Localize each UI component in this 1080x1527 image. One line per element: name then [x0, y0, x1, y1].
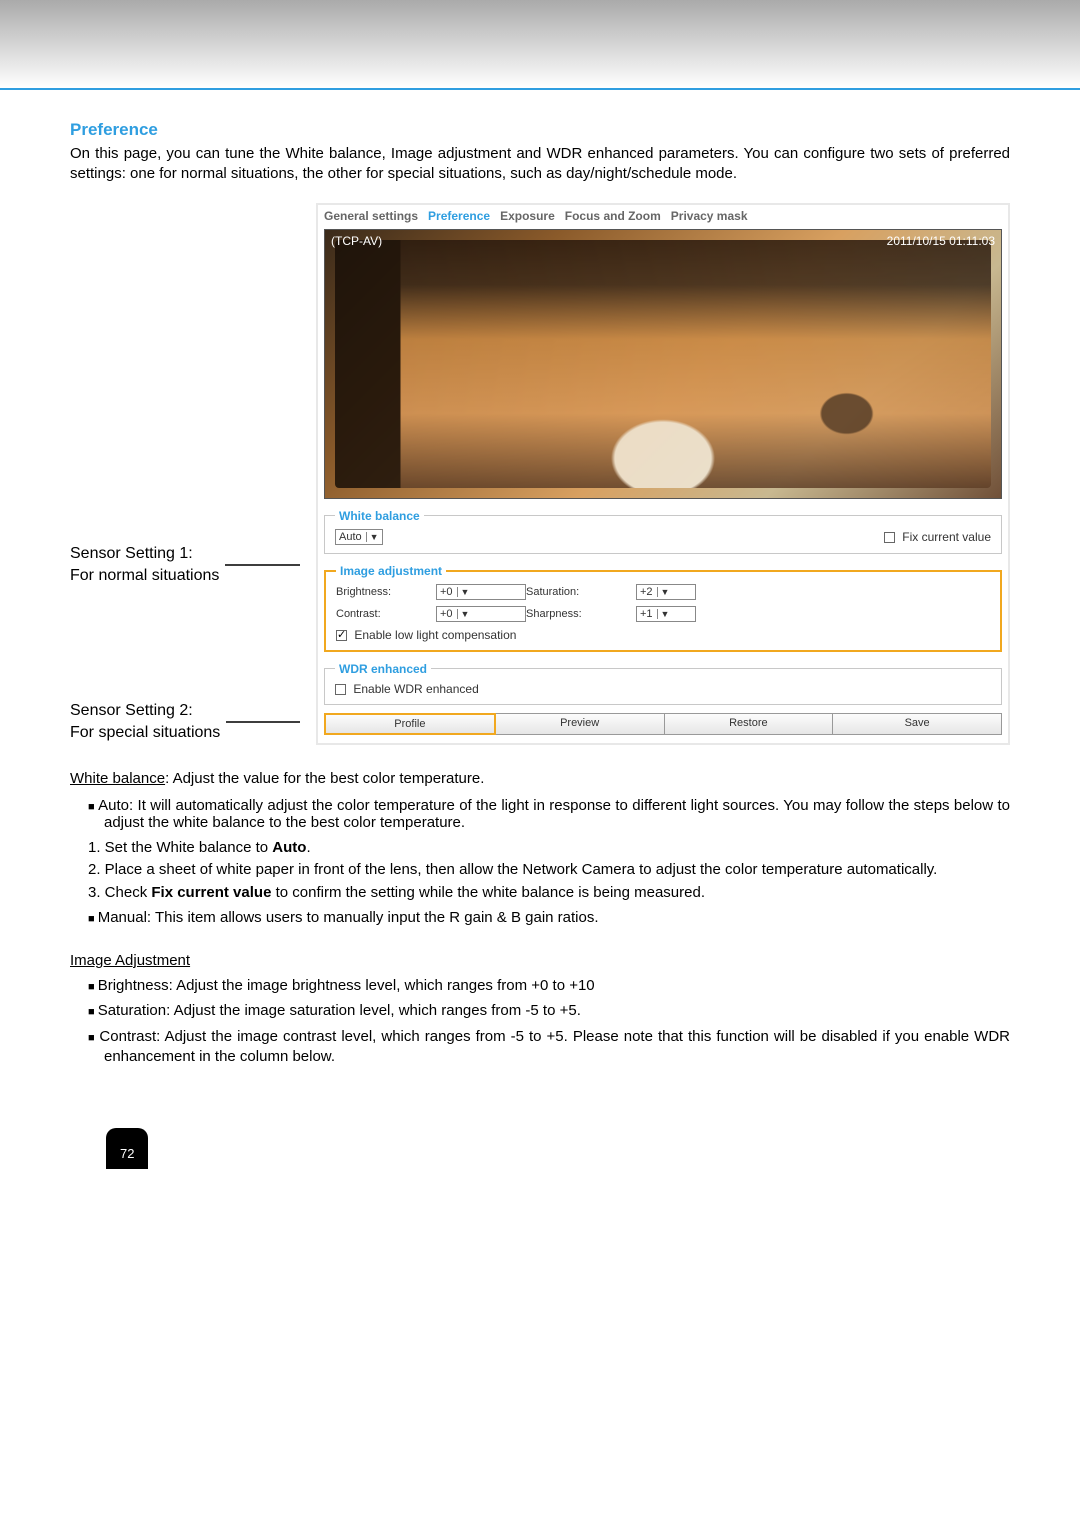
wdr-label: Enable WDR enhanced	[353, 682, 478, 696]
saturation-bullet: Saturation: Adjust the image saturation …	[88, 1002, 1010, 1019]
video-timestamp: 2011/10/15 01:11:03	[887, 234, 995, 248]
settings-panel: General settings Preference Exposure Foc…	[316, 203, 1010, 745]
wdr-checkbox[interactable]	[335, 684, 346, 695]
contrast-bullet: Contrast: Adjust the image contrast leve…	[88, 1027, 1010, 1068]
saturation-label: Saturation:	[526, 586, 636, 598]
tab-exposure[interactable]: Exposure	[500, 209, 555, 223]
brightness-label: Brightness:	[336, 586, 436, 598]
white-balance-group: White balance Auto ▼ Fix current value	[324, 509, 1002, 554]
save-button[interactable]: Save	[833, 713, 1002, 735]
video-preview: (TCP-AV) 2011/10/15 01:11:03	[324, 229, 1002, 499]
manual-bullet: Manual: This item allows users to manual…	[88, 909, 1010, 926]
image-adjustment-legend: Image adjustment	[336, 564, 446, 578]
sharpness-select[interactable]: +1▼	[636, 606, 696, 622]
tab-bar: General settings Preference Exposure Foc…	[324, 209, 1002, 223]
wdr-row[interactable]: Enable WDR enhanced	[335, 682, 991, 696]
page-header-gradient	[0, 0, 1080, 90]
restore-button[interactable]: Restore	[665, 713, 834, 735]
wdr-legend: WDR enhanced	[335, 662, 431, 676]
brightness-select[interactable]: +0▼	[436, 584, 526, 600]
tab-preference[interactable]: Preference	[428, 209, 490, 223]
contrast-select[interactable]: +0▼	[436, 606, 526, 622]
side-labels: Sensor Setting 1: For normal situations …	[70, 203, 300, 745]
sensor-setting-2-sub: For special situations	[70, 722, 220, 744]
white-balance-value: Auto	[339, 531, 362, 543]
chevron-down-icon: ▼	[457, 587, 470, 597]
chevron-down-icon: ▼	[657, 587, 670, 597]
callout-line-1	[225, 564, 300, 566]
page-number: 72	[106, 1128, 148, 1169]
step-3: 3. Check Fix current value to confirm th…	[88, 884, 1010, 901]
brightness-bullet: Brightness: Adjust the image brightness …	[88, 977, 1010, 994]
white-balance-legend: White balance	[335, 509, 424, 523]
fix-current-value-label: Fix current value	[902, 530, 991, 544]
contrast-label: Contrast:	[336, 608, 436, 620]
chevron-down-icon: ▼	[457, 609, 470, 619]
section-title: Preference	[70, 120, 1010, 140]
step-1: 1. Set the White balance to Auto.	[88, 839, 1010, 856]
chevron-down-icon: ▼	[366, 532, 379, 542]
low-light-checkbox[interactable]	[336, 630, 347, 641]
page-content: Preference On this page, you can tune th…	[70, 90, 1010, 1229]
image-adjustment-group: Image adjustment Brightness: +0▼ Saturat…	[324, 564, 1002, 652]
chevron-down-icon: ▼	[657, 609, 670, 619]
white-balance-term: White balance	[70, 770, 165, 787]
sensor-setting-1-sub: For normal situations	[70, 565, 219, 587]
tab-privacy-mask[interactable]: Privacy mask	[671, 209, 748, 223]
fix-current-value-checkbox[interactable]	[884, 532, 895, 543]
callout-line-2	[226, 721, 300, 723]
video-device-label: (TCP-AV)	[331, 234, 382, 248]
saturation-select[interactable]: +2▼	[636, 584, 696, 600]
video-scene	[335, 240, 991, 488]
intro-paragraph: On this page, you can tune the White bal…	[70, 144, 1010, 185]
button-bar: Profile Preview Restore Save	[324, 713, 1002, 735]
sensor-setting-2-title: Sensor Setting 2:	[70, 700, 220, 722]
sharpness-label: Sharpness:	[526, 608, 636, 620]
step-2: 2. Place a sheet of white paper in front…	[88, 860, 1010, 880]
tab-general-settings[interactable]: General settings	[324, 209, 418, 223]
wdr-group: WDR enhanced Enable WDR enhanced	[324, 662, 1002, 705]
white-balance-select[interactable]: Auto ▼	[335, 529, 383, 545]
sensor-setting-1-title: Sensor Setting 1:	[70, 543, 219, 565]
low-light-row[interactable]: Enable low light compensation	[336, 628, 990, 642]
low-light-label: Enable low light compensation	[354, 628, 516, 642]
white-balance-desc: White balance: Adjust the value for the …	[70, 769, 1010, 789]
preview-button[interactable]: Preview	[496, 713, 665, 735]
profile-button[interactable]: Profile	[324, 713, 496, 735]
fix-current-value-option[interactable]: Fix current value	[884, 530, 991, 544]
auto-bullet: Auto: It will automatically adjust the c…	[88, 797, 1010, 831]
tab-focus-zoom[interactable]: Focus and Zoom	[565, 209, 661, 223]
image-adjustment-heading: Image Adjustment	[70, 952, 1010, 969]
